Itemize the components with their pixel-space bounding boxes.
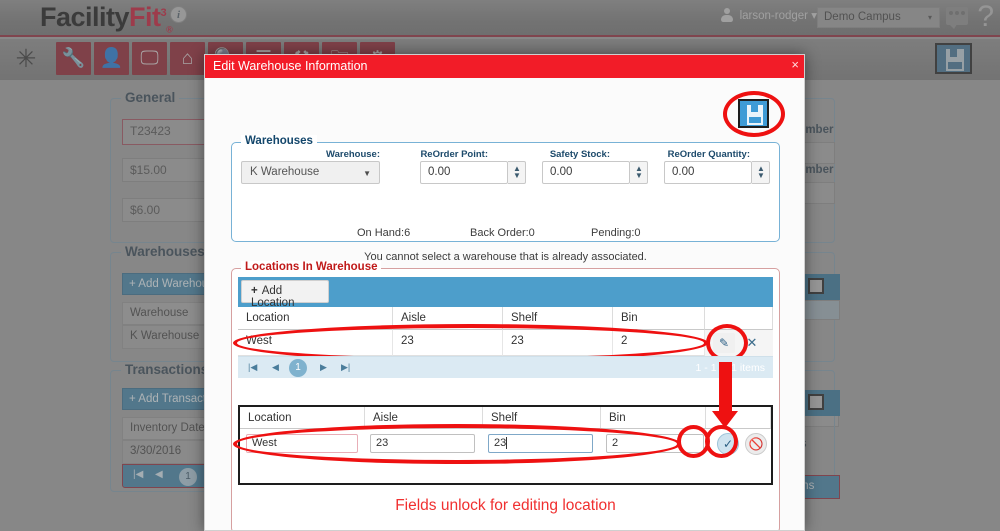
ban-icon[interactable]: 🚫	[745, 433, 767, 455]
on-hand-stat: On Hand:6	[357, 227, 410, 239]
text-caret	[506, 437, 507, 449]
table-row-cell-aisle[interactable]: 23	[393, 330, 503, 356]
locations-col-shelf[interactable]: Shelf	[503, 307, 613, 330]
chevron-down-icon: ▼	[363, 169, 371, 178]
safety-stock-label: Safety Stock:	[480, 149, 610, 160]
reorder-point-label: ReOrder Point:	[358, 149, 488, 160]
safety-stock-stepper[interactable]: ▲▼	[630, 161, 648, 184]
modal-save-button[interactable]	[738, 99, 769, 128]
annotation-arrow-shaft	[719, 362, 732, 414]
pager-first-button[interactable]: |◀	[248, 362, 257, 373]
table-row-actions: ✎ ✕	[705, 330, 773, 356]
reorder-point-stepper[interactable]: ▲▼	[508, 161, 526, 184]
check-icon[interactable]: ✓	[717, 433, 739, 455]
add-location-button[interactable]: +Add Location	[241, 280, 329, 303]
pencil-icon[interactable]: ✎	[713, 333, 735, 353]
edit-bin-input[interactable]: 2	[606, 434, 704, 453]
edit-col-aisle: Aisle	[365, 407, 483, 429]
pager-current-page[interactable]: 1	[289, 359, 307, 377]
close-icon[interactable]: ✕	[741, 333, 763, 353]
locations-legend: Locations In Warehouse	[241, 261, 381, 273]
reorder-point-input[interactable]: 0.00	[420, 161, 508, 184]
location-edit-grid: Location Aisle Shelf Bin West 23 23 2 ✓ …	[238, 405, 773, 485]
table-row-cell-shelf[interactable]: 23	[503, 330, 613, 356]
edit-col-shelf: Shelf	[483, 407, 601, 429]
plus-icon: +	[251, 285, 258, 297]
table-row-cell-location[interactable]: West	[238, 330, 393, 356]
locations-col-bin[interactable]: Bin	[613, 307, 705, 330]
edit-location-input[interactable]: West	[246, 434, 358, 453]
modal-body: Warehouses Warehouse: K Warehouse ▼ ReOr…	[205, 78, 805, 531]
table-row-cell-bin[interactable]: 2	[613, 330, 705, 356]
locations-col-aisle[interactable]: Aisle	[393, 307, 503, 330]
pager-prev-button[interactable]: ◀	[272, 362, 279, 373]
close-icon[interactable]: ×	[791, 58, 799, 72]
locations-col-location[interactable]: Location	[238, 307, 393, 330]
safety-stock-input[interactable]: 0.00	[542, 161, 630, 184]
back-order-stat: Back Order:0	[470, 227, 535, 239]
pager-last-button[interactable]: ▶|	[341, 362, 350, 373]
edit-shelf-input[interactable]: 23	[488, 434, 593, 453]
reorder-quantity-label: ReOrder Quantity:	[600, 149, 750, 160]
edit-col-location: Location	[240, 407, 365, 429]
reorder-quantity-stepper[interactable]: ▲▼	[752, 161, 770, 184]
edit-col-bin: Bin	[601, 407, 706, 429]
locations-col-actions	[705, 307, 773, 330]
pager-next-button[interactable]: ▶	[320, 362, 327, 373]
warehouse-select[interactable]: K Warehouse ▼	[241, 161, 380, 184]
modal-title-bar: Edit Warehouse Information ×	[205, 55, 805, 78]
annotation-note: Fields unlock for editing location	[205, 497, 805, 515]
edit-aisle-input[interactable]: 23	[370, 434, 475, 453]
modal-title: Edit Warehouse Information	[213, 59, 367, 73]
warehouses-legend: Warehouses	[241, 135, 317, 147]
annotation-arrow-head	[712, 411, 738, 428]
locations-pager: |◀ ◀ 1 ▶ ▶| 1 - 1 of 1 items	[238, 356, 773, 378]
warehouse-select-value: K Warehouse	[250, 166, 319, 178]
reorder-quantity-input[interactable]: 0.00	[664, 161, 752, 184]
pending-stat: Pending:0	[591, 227, 641, 239]
edit-warehouse-modal: Edit Warehouse Information × Warehouses …	[204, 54, 805, 531]
